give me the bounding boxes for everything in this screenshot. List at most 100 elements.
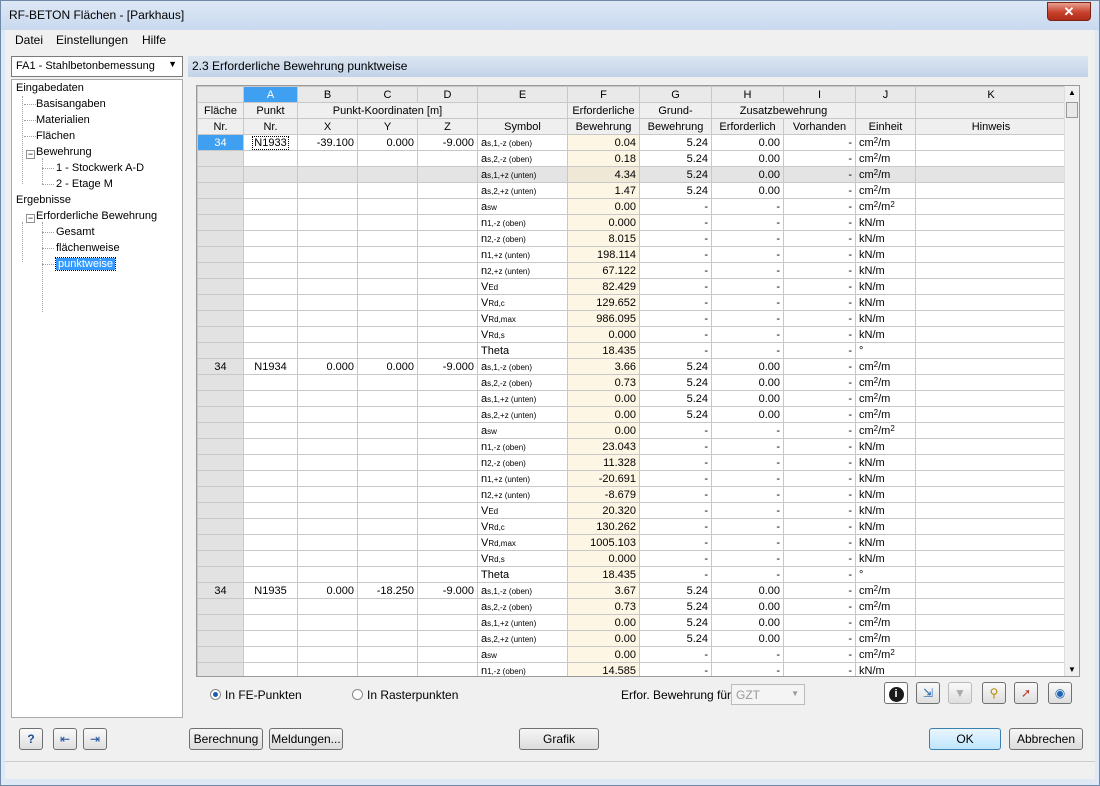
- cell-einheit[interactable]: cm2/m: [855, 358, 916, 375]
- cell-grund[interactable]: 5.24: [639, 630, 712, 647]
- cell-x[interactable]: [297, 486, 358, 503]
- row-header[interactable]: [197, 406, 244, 423]
- cell-einheit[interactable]: cm2/m: [855, 582, 916, 599]
- cell-grund[interactable]: -: [639, 214, 712, 231]
- cell-symbol[interactable]: VRd,s: [477, 550, 568, 567]
- cell-z[interactable]: [417, 454, 478, 471]
- cell-grund[interactable]: -: [639, 454, 712, 471]
- cell-z[interactable]: [417, 438, 478, 455]
- binoculars-button[interactable]: ⚲: [982, 682, 1006, 704]
- cell-x[interactable]: 0.000: [297, 582, 358, 599]
- cell-zusatz-vorhanden[interactable]: -: [783, 198, 856, 215]
- cell-z[interactable]: [417, 390, 478, 407]
- cell-erforderliche[interactable]: 0.00: [567, 198, 640, 215]
- cell-zusatz-vorhanden[interactable]: -: [783, 342, 856, 359]
- cell-symbol[interactable]: asw: [477, 646, 568, 663]
- cell-hinweis[interactable]: [915, 534, 1067, 551]
- tree-item[interactable]: Basisangaben: [36, 98, 106, 110]
- cell-punkt[interactable]: [243, 326, 298, 343]
- cell-zusatz-erforderlich[interactable]: -: [711, 438, 784, 455]
- cell-symbol[interactable]: as,1,+z (unten): [477, 390, 568, 407]
- row-header[interactable]: [197, 422, 244, 439]
- cell-symbol[interactable]: VRd,max: [477, 534, 568, 551]
- row-header[interactable]: [197, 390, 244, 407]
- cell-zusatz-erforderlich[interactable]: 0.00: [711, 614, 784, 631]
- cell-symbol[interactable]: as,2,-z (oben): [477, 374, 568, 391]
- cell-hinweis[interactable]: [915, 390, 1067, 407]
- filter-settings-button[interactable]: ⇲: [916, 682, 940, 704]
- cell-punkt[interactable]: N1935: [243, 582, 298, 599]
- cell-z[interactable]: [417, 198, 478, 215]
- cell-z[interactable]: [417, 502, 478, 519]
- cell-x[interactable]: [297, 662, 358, 676]
- tree-item[interactable]: Flächen: [36, 130, 75, 142]
- cell-z[interactable]: [417, 534, 478, 551]
- cell-y[interactable]: [357, 374, 418, 391]
- cell-erforderliche[interactable]: 130.262: [567, 518, 640, 535]
- cell-punkt[interactable]: [243, 198, 298, 215]
- cell-punkt[interactable]: [243, 214, 298, 231]
- cell-erforderliche[interactable]: 4.34: [567, 166, 640, 183]
- cell-hinweis[interactable]: [915, 150, 1067, 167]
- cell-einheit[interactable]: cm2/m: [855, 374, 916, 391]
- cell-x[interactable]: [297, 406, 358, 423]
- cell-zusatz-erforderlich[interactable]: -: [711, 518, 784, 535]
- cell-erforderliche[interactable]: 0.73: [567, 374, 640, 391]
- column-letter-b[interactable]: B: [297, 86, 358, 103]
- cell-punkt[interactable]: [243, 390, 298, 407]
- cell-x[interactable]: [297, 550, 358, 567]
- cell-y[interactable]: [357, 406, 418, 423]
- cell-zusatz-erforderlich[interactable]: 0.00: [711, 582, 784, 599]
- cell-zusatz-vorhanden[interactable]: -: [783, 422, 856, 439]
- row-header[interactable]: [197, 646, 244, 663]
- table-row[interactable]: VRd,s 0.000- - - kN/m: [197, 326, 1067, 343]
- cell-z[interactable]: [417, 246, 478, 263]
- cell-erforderliche[interactable]: 0.00: [567, 630, 640, 647]
- cell-zusatz-erforderlich[interactable]: 0.00: [711, 374, 784, 391]
- row-header[interactable]: [197, 614, 244, 631]
- row-header[interactable]: [197, 278, 244, 295]
- cell-x[interactable]: [297, 278, 358, 295]
- cell-x[interactable]: [297, 470, 358, 487]
- cell-x[interactable]: [297, 374, 358, 391]
- cell-grund[interactable]: -: [639, 342, 712, 359]
- cell-x[interactable]: [297, 390, 358, 407]
- cell-zusatz-vorhanden[interactable]: -: [783, 662, 856, 676]
- cell-erforderliche[interactable]: 0.000: [567, 214, 640, 231]
- cell-grund[interactable]: -: [639, 502, 712, 519]
- cell-einheit[interactable]: kN/m: [855, 454, 916, 471]
- cell-z[interactable]: [417, 486, 478, 503]
- cell-hinweis[interactable]: [915, 134, 1067, 151]
- cell-symbol[interactable]: as,2,+z (unten): [477, 182, 568, 199]
- cell-zusatz-erforderlich[interactable]: -: [711, 422, 784, 439]
- cell-grund[interactable]: 5.24: [639, 598, 712, 615]
- cell-symbol[interactable]: n1,+z (unten): [477, 470, 568, 487]
- cell-zusatz-vorhanden[interactable]: -: [783, 262, 856, 279]
- cell-einheit[interactable]: kN/m: [855, 246, 916, 263]
- cell-y[interactable]: [357, 518, 418, 535]
- cell-zusatz-erforderlich[interactable]: -: [711, 278, 784, 295]
- cell-z[interactable]: [417, 614, 478, 631]
- cell-punkt[interactable]: [243, 422, 298, 439]
- cell-einheit[interactable]: kN/m: [855, 230, 916, 247]
- column-letter-k[interactable]: K: [915, 86, 1067, 103]
- table-row[interactable]: asw 0.00- - - cm2/m2: [197, 198, 1067, 215]
- cell-hinweis[interactable]: [915, 470, 1067, 487]
- tree-collapse-icon[interactable]: −: [26, 214, 35, 223]
- cell-x[interactable]: [297, 534, 358, 551]
- cell-punkt[interactable]: [243, 438, 298, 455]
- cell-grund[interactable]: -: [639, 550, 712, 567]
- cell-zusatz-erforderlich[interactable]: -: [711, 342, 784, 359]
- table-row[interactable]: VRd,max 1005.103- - - kN/m: [197, 534, 1067, 551]
- radio-rasterpunkte[interactable]: In Rasterpunkten: [352, 688, 458, 702]
- cell-grund[interactable]: -: [639, 198, 712, 215]
- row-header[interactable]: [197, 534, 244, 551]
- cell-z[interactable]: [417, 278, 478, 295]
- cell-zusatz-vorhanden[interactable]: -: [783, 214, 856, 231]
- cell-x[interactable]: [297, 246, 358, 263]
- cell-grund[interactable]: -: [639, 534, 712, 551]
- cell-hinweis[interactable]: [915, 166, 1067, 183]
- cell-einheit[interactable]: cm2/m: [855, 614, 916, 631]
- abbrechen-button[interactable]: Abbrechen: [1009, 728, 1083, 750]
- cell-hinweis[interactable]: [915, 406, 1067, 423]
